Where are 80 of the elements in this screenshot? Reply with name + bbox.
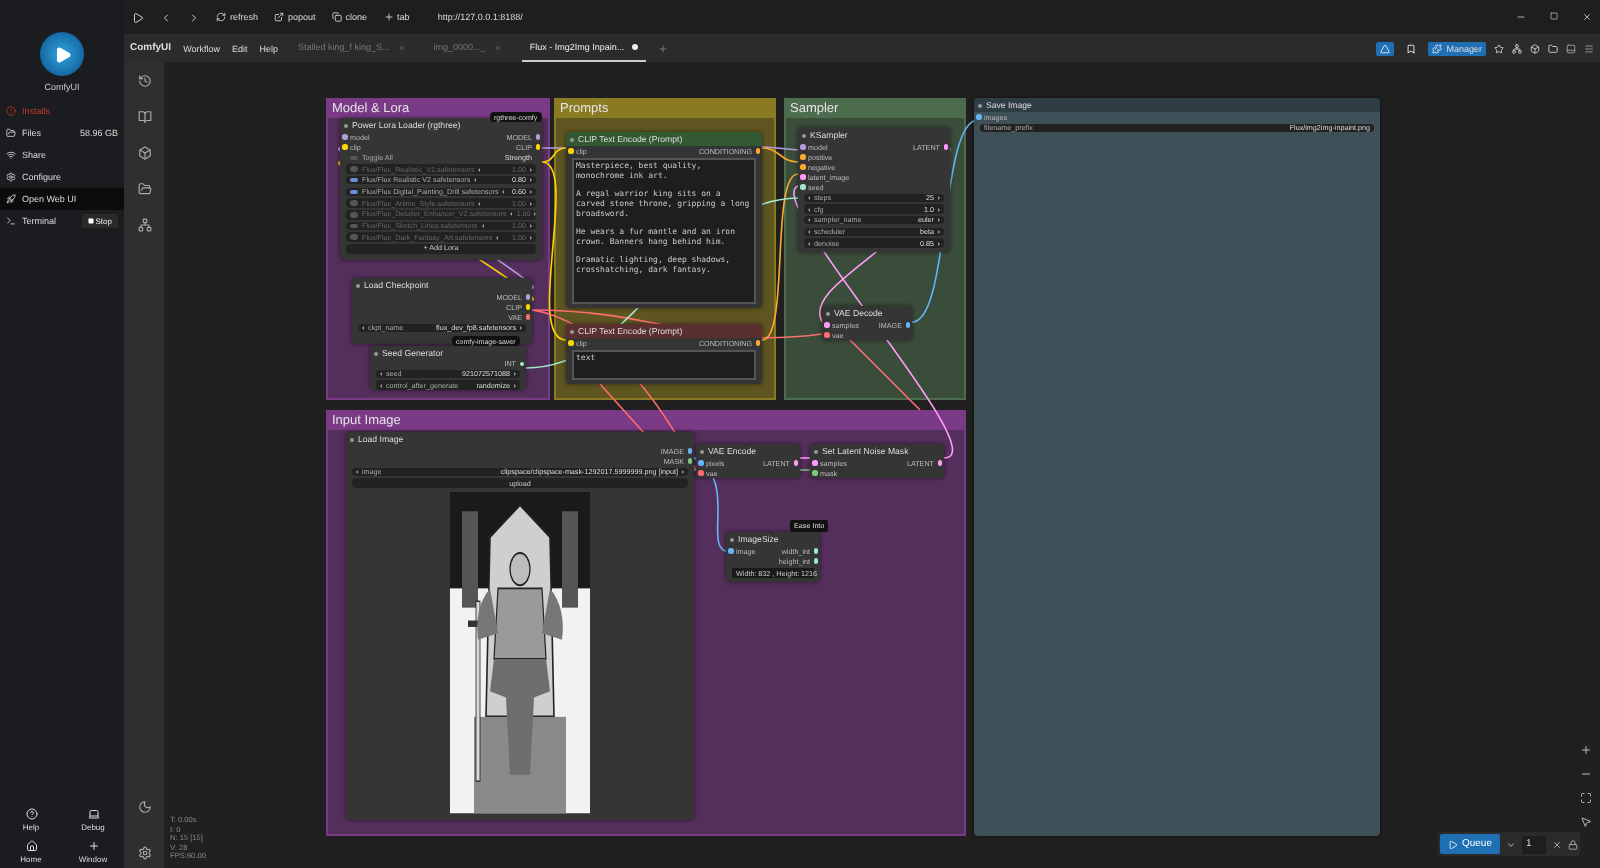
output-slot-icon[interactable] <box>525 304 530 310</box>
new-tab-icon[interactable] <box>658 43 669 53</box>
output-slot-icon[interactable] <box>905 322 910 328</box>
star-icon[interactable] <box>1494 43 1504 53</box>
triangle-icon <box>1380 43 1391 53</box>
input-slot-icon[interactable] <box>800 174 805 180</box>
puzzle-icon <box>1432 43 1443 53</box>
menu-icon[interactable] <box>1584 43 1594 53</box>
output-slot-icon[interactable] <box>755 340 760 346</box>
input-slot-icon[interactable] <box>824 332 829 338</box>
input-slot-icon[interactable] <box>800 164 805 170</box>
toolbar-button[interactable] <box>1376 41 1395 55</box>
plus-icon <box>383 12 394 22</box>
input-slot-icon[interactable] <box>342 134 347 140</box>
input-slot-icon[interactable] <box>800 154 805 160</box>
folder-icon <box>6 128 16 138</box>
output-slot-icon[interactable] <box>525 294 530 300</box>
moon-icon[interactable] <box>137 800 151 814</box>
laptop-icon <box>87 808 99 820</box>
input-slot-icon[interactable] <box>976 114 981 120</box>
node-card[interactable] <box>340 118 542 260</box>
folder-icon[interactable] <box>137 182 151 196</box>
plus-icon <box>87 840 99 852</box>
output-slot-icon[interactable] <box>687 448 692 454</box>
stop-icon <box>87 218 94 224</box>
input-slot-icon[interactable] <box>698 460 703 466</box>
network-icon[interactable] <box>137 218 151 232</box>
output-slot-icon[interactable] <box>755 148 760 154</box>
input-slot-icon[interactable] <box>812 470 817 476</box>
refresh-icon <box>216 12 226 22</box>
home-icon <box>25 840 37 852</box>
output-slot-icon[interactable] <box>813 548 818 554</box>
rocket-icon <box>6 194 16 204</box>
help-icon <box>25 808 37 820</box>
input-slot-icon[interactable] <box>728 548 733 554</box>
zoom-in-icon[interactable] <box>1580 744 1592 756</box>
play-icon <box>1447 839 1458 849</box>
maximize-icon[interactable] <box>1550 12 1558 20</box>
output-slot-icon[interactable] <box>943 144 948 150</box>
output-slot-icon[interactable] <box>535 144 540 150</box>
output-slot-icon[interactable] <box>793 460 798 466</box>
lock-icon[interactable] <box>1568 839 1578 849</box>
output-slot-icon[interactable] <box>525 314 530 320</box>
history-icon[interactable] <box>137 74 151 88</box>
input-slot-icon[interactable] <box>800 184 805 190</box>
bookmark-icon <box>1406 43 1417 53</box>
toolbar-button[interactable] <box>1402 41 1421 55</box>
app-logo[interactable] <box>40 32 84 76</box>
input-slot-icon[interactable] <box>800 144 805 150</box>
output-slot-icon[interactable] <box>687 458 692 464</box>
popout-icon <box>274 12 285 22</box>
book-icon[interactable] <box>137 110 151 124</box>
zoom-out-icon[interactable] <box>1580 768 1592 780</box>
back-icon[interactable] <box>160 11 172 23</box>
caret-icon[interactable] <box>1506 839 1516 849</box>
cube-icon[interactable] <box>137 146 151 160</box>
output-slot-icon[interactable] <box>937 460 942 466</box>
output-slot-icon[interactable] <box>535 134 540 140</box>
output-slot-icon[interactable] <box>519 361 524 367</box>
minimize-icon[interactable] <box>1516 12 1526 22</box>
terminal-icon <box>6 216 16 226</box>
play-icon[interactable] <box>132 11 144 23</box>
input-slot-icon[interactable] <box>568 148 573 154</box>
settings-icon <box>6 172 16 182</box>
input-slot-icon[interactable] <box>698 470 703 476</box>
input-slot-icon[interactable] <box>342 144 347 150</box>
forward-icon[interactable] <box>188 11 200 23</box>
input-slot-icon[interactable] <box>824 322 829 328</box>
panel-icon[interactable] <box>1566 43 1576 53</box>
output-slot-icon[interactable] <box>813 558 818 564</box>
node-card[interactable] <box>566 132 762 308</box>
network-icon[interactable] <box>1512 43 1522 53</box>
settings-icon[interactable] <box>137 846 151 860</box>
copy-icon <box>331 12 342 22</box>
share-icon <box>6 150 16 160</box>
box-icon[interactable] <box>1530 43 1540 53</box>
pointer-icon[interactable] <box>1580 816 1592 828</box>
alert-icon <box>6 106 16 116</box>
input-slot-icon[interactable] <box>568 340 573 346</box>
input-slot-icon[interactable] <box>812 460 817 466</box>
